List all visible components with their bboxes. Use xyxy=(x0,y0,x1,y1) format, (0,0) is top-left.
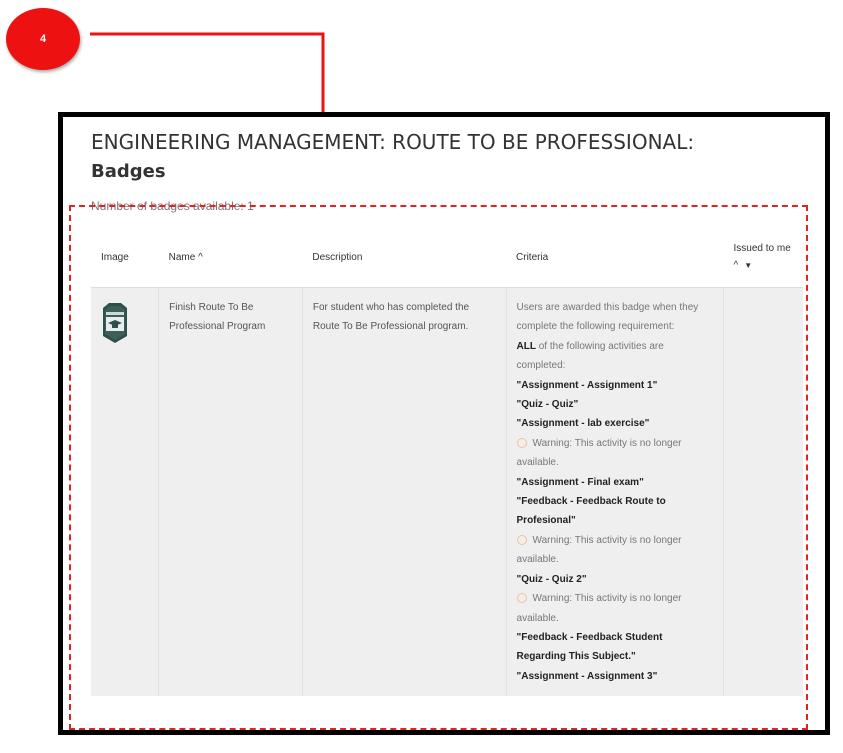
screenshot-frame: ENGINEERING MANAGEMENT: ROUTE TO BE PROF… xyxy=(58,112,830,735)
highlight-dashed-box xyxy=(69,205,808,730)
section-title: Badges xyxy=(91,161,166,182)
page-title: ENGINEERING MANAGEMENT: ROUTE TO BE PROF… xyxy=(91,130,695,154)
